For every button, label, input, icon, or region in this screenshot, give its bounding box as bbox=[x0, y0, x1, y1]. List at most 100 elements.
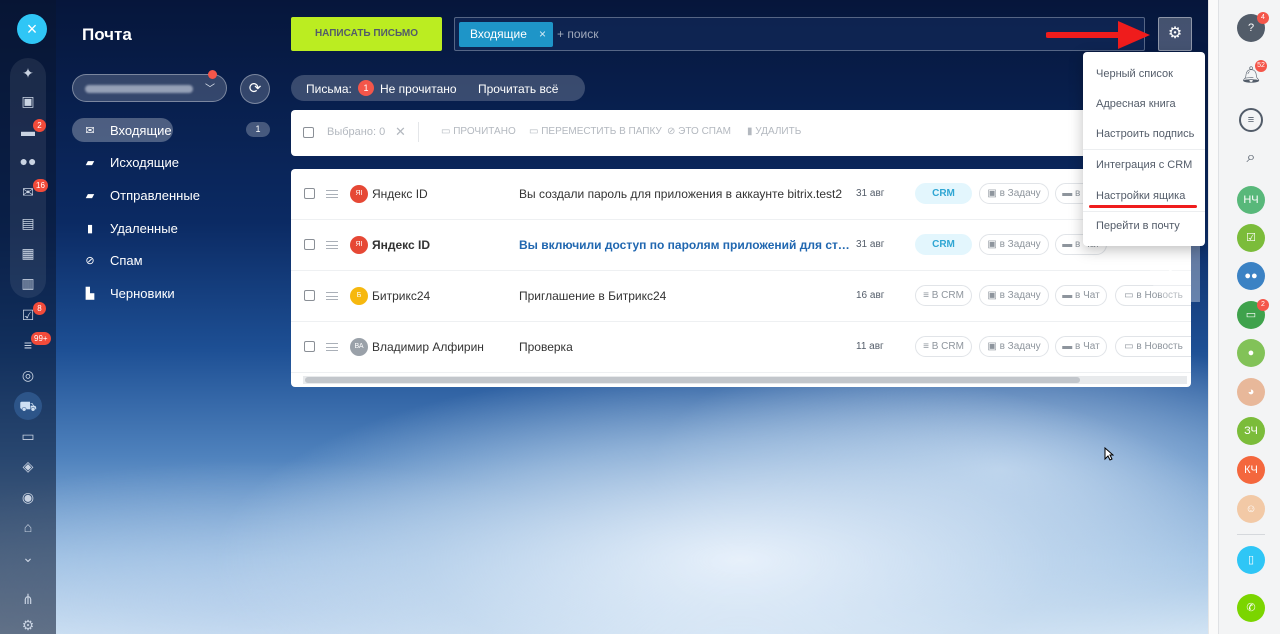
group-chat-icon[interactable]: ●● bbox=[1237, 262, 1265, 290]
to-crm-button[interactable]: ≡ В CRM bbox=[915, 336, 972, 357]
to-task-button[interactable]: ▣ в Задачу bbox=[979, 336, 1049, 357]
search-icon[interactable]: ⌕ bbox=[1237, 144, 1265, 172]
to-task-button[interactable]: ▣ в Задачу bbox=[979, 285, 1049, 306]
phone-icon[interactable]: ✆ bbox=[1237, 594, 1265, 622]
crm-button[interactable]: CRM bbox=[915, 183, 972, 204]
select-all-checkbox[interactable] bbox=[303, 127, 314, 138]
row-checkbox[interactable] bbox=[304, 290, 315, 301]
search-input[interactable]: + поиск bbox=[557, 27, 598, 41]
annotation-arrow bbox=[1046, 21, 1150, 49]
to-task-button[interactable]: ▣ в Задачу bbox=[979, 234, 1049, 255]
drag-handle-icon[interactable] bbox=[326, 241, 338, 249]
row-checkbox[interactable] bbox=[304, 341, 315, 352]
folder-label: Входящие bbox=[110, 122, 172, 138]
counters-label: Письма: bbox=[306, 82, 352, 96]
close-icon[interactable]: × bbox=[539, 22, 546, 47]
target-icon[interactable]: ◎ bbox=[17, 364, 39, 386]
settings-rail-icon[interactable]: ⚙ bbox=[17, 614, 39, 634]
delete-button[interactable]: ▮ УДАЛИТЬ bbox=[747, 126, 801, 137]
message-subject[interactable]: Вы включили доступ по паролям приложений… bbox=[519, 238, 851, 252]
folder-trash[interactable]: ▮ Удаленные bbox=[72, 216, 178, 240]
crm-button[interactable]: CRM bbox=[915, 234, 972, 255]
mobile-app-icon[interactable]: ▯ bbox=[1237, 546, 1265, 574]
to-task-button[interactable]: ▣ в Задачу bbox=[979, 183, 1049, 204]
message-subject[interactable]: Приглашение в Битрикс24 bbox=[519, 289, 851, 303]
avatar[interactable]: НЧ bbox=[1237, 186, 1265, 214]
folder-label: Черновики bbox=[110, 285, 175, 301]
sender-name: Яндекс ID bbox=[372, 187, 428, 201]
trash-icon: ▮ bbox=[86, 222, 94, 235]
cart-icon[interactable]: ⛟ bbox=[14, 392, 42, 420]
menu-item-go-to-mail[interactable]: Перейти в почту bbox=[1096, 220, 1180, 232]
folder-spam[interactable]: ⊘ Спам bbox=[72, 248, 142, 272]
notify-badge: 52 bbox=[1255, 60, 1267, 72]
robot-icon[interactable]: ◉ bbox=[17, 486, 39, 508]
bank-icon[interactable]: ⌂ bbox=[17, 516, 39, 538]
notification-dot bbox=[208, 70, 217, 79]
more-icon[interactable]: ⌄ bbox=[17, 546, 39, 568]
chat-bubble-icon[interactable]: ≡ bbox=[1239, 108, 1263, 132]
table-row[interactable]: ЯI Яндекс ID Вы включили доступ по парол… bbox=[291, 220, 1191, 271]
menu-item-blacklist[interactable]: Черный список bbox=[1096, 68, 1173, 80]
move-to-folder-button[interactable]: ▭ ПЕРЕМЕСТИТЬ В ПАПКУ bbox=[529, 126, 662, 137]
row-checkbox[interactable] bbox=[304, 239, 315, 250]
message-subject[interactable]: Проверка bbox=[519, 340, 851, 354]
row-checkbox[interactable] bbox=[304, 188, 315, 199]
search-filter[interactable]: Входящие × + поиск bbox=[454, 17, 1145, 51]
read-all-link[interactable]: Прочитать всё bbox=[478, 82, 558, 96]
folder-inbox[interactable]: ✉ Входящие bbox=[72, 118, 173, 142]
message-grid: ЯI Яндекс ID Вы создали пароль для прило… bbox=[291, 169, 1191, 387]
menu-item-signature[interactable]: Настроить подпись bbox=[1096, 128, 1194, 140]
compose-button[interactable]: НАПИСАТЬ ПИСЬМО bbox=[291, 17, 442, 51]
feed-icon[interactable]: ▣ bbox=[17, 90, 39, 112]
to-news-button[interactable]: ▭ в Новость bbox=[1115, 336, 1191, 357]
folder-sent[interactable]: ▰ Отправленные bbox=[72, 183, 200, 207]
box-icon[interactable]: ◈ bbox=[17, 455, 39, 477]
dashboard-icon[interactable]: ✦ bbox=[17, 62, 39, 84]
to-chat-button[interactable]: ▬ в Чат bbox=[1055, 336, 1107, 357]
drive-icon[interactable]: ▤ bbox=[17, 212, 39, 234]
avatar[interactable]: ◕ bbox=[1237, 378, 1265, 406]
menu-item-crm-integration[interactable]: Интеграция с CRM bbox=[1096, 159, 1192, 171]
folder-outbox[interactable]: ▰ Исходящие bbox=[72, 150, 179, 174]
folder-drafts[interactable]: ▙ Черновики bbox=[72, 281, 175, 305]
contact-card-icon[interactable]: ▭ bbox=[17, 425, 39, 447]
grid-toolbar: Выбрано: 0 ✕ ▭ ПРОЧИТАНО ▭ ПЕРЕМЕСТИТЬ В… bbox=[291, 110, 1191, 156]
mailbox-selector[interactable]: ﹀ bbox=[72, 70, 227, 102]
spam-button[interactable]: ⊘ ЭТО СПАМ bbox=[667, 126, 731, 137]
drag-handle-icon[interactable] bbox=[326, 343, 338, 351]
filter-tag-inbox[interactable]: Входящие × bbox=[459, 22, 553, 47]
horizontal-scrollbar[interactable] bbox=[303, 376, 1187, 384]
table-row[interactable]: Б Битрикс24 Приглашение в Битрикс24 16 а… bbox=[291, 271, 1191, 322]
message-subject[interactable]: Вы создали пароль для приложения в аккау… bbox=[519, 187, 851, 201]
message-date: 31 авг bbox=[856, 239, 885, 250]
structure-icon[interactable]: ⋔ bbox=[17, 588, 39, 610]
drag-handle-icon[interactable] bbox=[326, 292, 338, 300]
refresh-button[interactable]: ⟳ bbox=[240, 74, 270, 104]
clear-selection-icon[interactable]: ✕ bbox=[395, 124, 406, 140]
mark-read-button[interactable]: ▭ ПРОЧИТАНО bbox=[441, 126, 516, 137]
avatar[interactable]: КЧ bbox=[1237, 456, 1265, 484]
counters-bar: Письма: 1 Не прочитано Прочитать всё bbox=[291, 75, 585, 101]
groups-icon[interactable]: ●● bbox=[17, 150, 39, 172]
gear-icon[interactable]: ⚙ bbox=[1158, 17, 1192, 51]
to-chat-button[interactable]: ▬ в Чат bbox=[1055, 285, 1107, 306]
drag-handle-icon[interactable] bbox=[326, 190, 338, 198]
calendar-icon[interactable]: ▦ bbox=[17, 242, 39, 264]
unread-filter-link[interactable]: Не прочитано bbox=[380, 82, 457, 96]
people-icon[interactable]: ● bbox=[1237, 339, 1265, 367]
scrollbar-thumb[interactable] bbox=[305, 377, 1080, 383]
to-crm-button[interactable]: ≡ В CRM bbox=[915, 285, 972, 306]
menu-divider bbox=[1083, 211, 1205, 212]
rail-divider bbox=[1237, 534, 1265, 535]
menu-item-address-book[interactable]: Адресная книга bbox=[1096, 98, 1176, 110]
avatar[interactable]: ☺ bbox=[1237, 495, 1265, 523]
menu-item-mailbox-settings[interactable]: Настройки ящика bbox=[1096, 190, 1185, 202]
docs-icon[interactable]: ▥ bbox=[17, 272, 39, 294]
avatar[interactable]: ЗЧ bbox=[1237, 417, 1265, 445]
checklist-icon[interactable]: ☑ bbox=[1237, 224, 1265, 252]
close-icon[interactable]: × bbox=[17, 14, 47, 44]
table-row[interactable]: ЯI Яндекс ID Вы создали пароль для прило… bbox=[291, 169, 1191, 220]
table-row[interactable]: ВА Владимир Алфирин Проверка 11 авг ≡ В … bbox=[291, 322, 1191, 373]
page-scrollbar[interactable] bbox=[1208, 0, 1218, 634]
